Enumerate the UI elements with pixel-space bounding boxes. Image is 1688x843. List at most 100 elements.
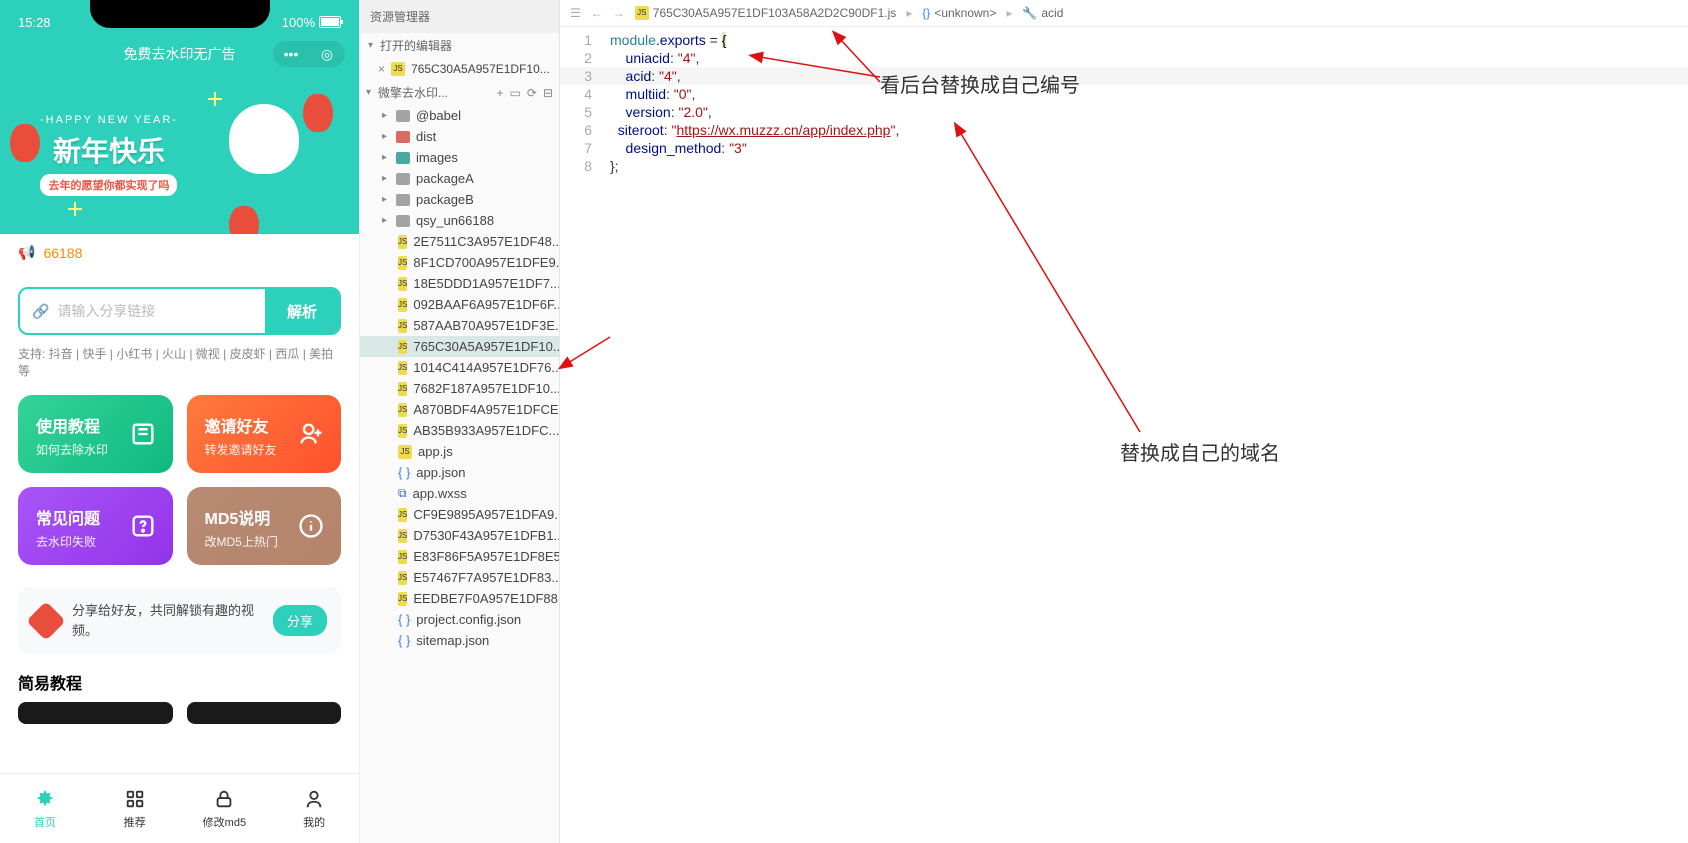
tab-md5[interactable]: 修改md5: [180, 774, 270, 843]
grid-icon: [124, 788, 146, 810]
js-file-icon: JS: [398, 256, 407, 270]
folder-item[interactable]: ▸images: [360, 147, 559, 168]
capsule-menu-button[interactable]: •••: [273, 41, 309, 67]
tutorial-card[interactable]: 使用教程 如何去除水印: [18, 395, 173, 473]
file-item[interactable]: JSapp.js: [360, 441, 559, 462]
tutorial-thumb[interactable]: [187, 702, 342, 724]
book-icon: [129, 420, 157, 448]
parse-button[interactable]: 解析: [265, 289, 339, 333]
js-file-icon: JS: [398, 529, 407, 543]
file-item[interactable]: JS1014C414A957E1DF76...: [360, 357, 559, 378]
mouse-art: [229, 104, 299, 174]
js-file-icon: JS: [398, 298, 407, 312]
lantern-icon: [229, 206, 259, 234]
js-file-icon: JS: [391, 62, 405, 76]
code-area[interactable]: module.exports = { uniacid: "4", acid: "…: [600, 27, 899, 843]
js-file-icon: JS: [398, 445, 412, 459]
tutorial-thumb[interactable]: [18, 702, 173, 724]
banner-subtitle: -HAPPY NEW YEAR-: [40, 114, 178, 126]
section-title: 简易教程: [0, 654, 359, 702]
folder-item[interactable]: ▸packageB: [360, 189, 559, 210]
file-item[interactable]: JS092BAAF6A957E1DF6F...: [360, 294, 559, 315]
code-editor: ☰ ← → JS765C30A5A957E1DF103A58A2D2C90DF1…: [560, 0, 1688, 843]
tab-recommend[interactable]: 推荐: [90, 774, 180, 843]
json-file-icon: { }: [398, 465, 410, 480]
file-item[interactable]: JSEEDBE7F0A957E1DF88...: [360, 588, 559, 609]
folder-item[interactable]: ▸packageA: [360, 168, 559, 189]
support-text: 支持: 抖音 | 快手 | 小红书 | 火山 | 微视 | 皮皮虾 | 西瓜 |…: [0, 345, 359, 391]
new-folder-icon[interactable]: ▭: [510, 86, 521, 100]
file-item[interactable]: JS765C30A5A957E1DF10...: [360, 336, 559, 357]
folder-icon: [396, 110, 410, 122]
list-icon[interactable]: ☰: [570, 6, 581, 20]
folder-icon: [396, 131, 410, 143]
file-item[interactable]: JS8F1CD700A957E1DFE9...: [360, 252, 559, 273]
forward-icon[interactable]: →: [613, 6, 625, 20]
crumb-file[interactable]: 765C30A5A957E1DF103A58A2D2C90DF1.js: [653, 6, 897, 20]
phone-notch: [90, 0, 270, 28]
file-item[interactable]: { }app.json: [360, 462, 559, 483]
status-battery-text: 100%: [282, 15, 315, 30]
md5-card[interactable]: MD5说明 改MD5上热门: [187, 487, 342, 565]
folder-item[interactable]: ▸@babel: [360, 105, 559, 126]
file-item[interactable]: ⧉app.wxss: [360, 483, 559, 504]
info-icon: [297, 512, 325, 540]
gift-icon: [26, 601, 66, 641]
back-icon[interactable]: ←: [591, 6, 603, 20]
firework-icon: [200, 84, 230, 114]
js-file-icon: JS: [398, 361, 407, 375]
tab-home[interactable]: 首页: [0, 774, 90, 843]
share-link-input[interactable]: 🔗 请输入分享链接: [20, 289, 265, 333]
file-item[interactable]: JS2E7511C3A957E1DF48...: [360, 231, 559, 252]
js-file-icon: JS: [398, 403, 407, 417]
file-item[interactable]: JSA870BDF4A957E1DFCE...: [360, 399, 559, 420]
wxss-file-icon: ⧉: [398, 486, 407, 501]
refresh-icon[interactable]: ⟳: [527, 86, 537, 100]
file-explorer: 资源管理器 ▾打开的编辑器 × JS 765C30A5A957E1DF10...…: [360, 0, 560, 843]
js-file-icon: JS: [398, 550, 407, 564]
battery-icon: [319, 16, 341, 28]
new-file-icon[interactable]: +: [497, 86, 504, 100]
project-root[interactable]: ▾微擎去水印... + ▭ ⟳ ⊟: [360, 80, 559, 105]
status-time: 15:28: [18, 15, 51, 30]
notice-number: 66188: [43, 245, 82, 261]
banner-pill: 去年的愿望你都实现了吗: [40, 174, 177, 196]
file-item[interactable]: JSE83F86F5A957E1DF8E5...: [360, 546, 559, 567]
lock-icon: [213, 788, 235, 810]
banner-title: 新年快乐: [40, 130, 178, 170]
collapse-icon[interactable]: ⊟: [543, 86, 553, 100]
file-item[interactable]: JSD7530F43A957E1DFB1...: [360, 525, 559, 546]
tab-profile[interactable]: 我的: [269, 774, 359, 843]
js-file-icon: JS: [398, 235, 407, 249]
invite-card[interactable]: 邀请好友 转发邀请好友: [187, 395, 342, 473]
new-year-banner: -HAPPY NEW YEAR- 新年快乐 去年的愿望你都实现了吗: [0, 74, 359, 234]
file-item[interactable]: JSE57467F7A957E1DF83...: [360, 567, 559, 588]
js-file-icon: JS: [398, 382, 407, 396]
file-item[interactable]: JS18E5DDD1A957E1DF7...: [360, 273, 559, 294]
folder-item[interactable]: ▸dist: [360, 126, 559, 147]
lantern-icon: [303, 94, 333, 132]
close-icon[interactable]: ×: [378, 62, 385, 76]
json-file-icon: { }: [398, 633, 410, 648]
crumb-property[interactable]: acid: [1041, 6, 1063, 20]
open-editors-section[interactable]: ▾打开的编辑器: [360, 33, 559, 58]
folder-icon: [396, 215, 410, 227]
file-item[interactable]: JS587AAB70A957E1DF3E...: [360, 315, 559, 336]
file-item[interactable]: { }sitemap.json: [360, 630, 559, 651]
folder-item[interactable]: ▸qsy_un66188: [360, 210, 559, 231]
line-gutter: 12345678: [560, 27, 600, 843]
faq-card[interactable]: 常见问题 去水印失败: [18, 487, 173, 565]
share-text: 分享给好友，共同解锁有趣的视频。: [72, 601, 261, 640]
question-icon: [129, 512, 157, 540]
open-editor-tab[interactable]: × JS 765C30A5A957E1DF10...: [360, 58, 559, 80]
file-item[interactable]: JSCF9E9895A957E1DFA9...: [360, 504, 559, 525]
capsule-close-button[interactable]: ◎: [309, 41, 345, 67]
file-item[interactable]: { }project.config.json: [360, 609, 559, 630]
lantern-icon: [10, 124, 40, 162]
crumb-unknown[interactable]: <unknown>: [934, 6, 996, 20]
file-item[interactable]: JSAB35B933A957E1DFC...: [360, 420, 559, 441]
share-button[interactable]: 分享: [273, 605, 327, 636]
file-item[interactable]: JS7682F187A957E1DF10...: [360, 378, 559, 399]
folder-icon: [396, 173, 410, 185]
json-file-icon: { }: [398, 612, 410, 627]
